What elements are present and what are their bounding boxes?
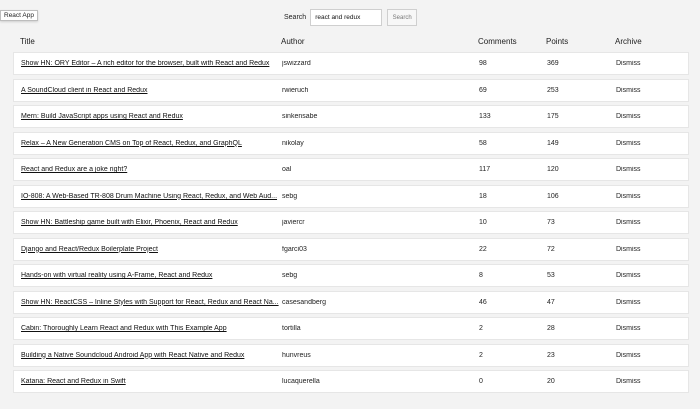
story-points: 28 <box>547 325 555 332</box>
story-title-link[interactable]: Building a Native Soundcloud Android App… <box>21 352 279 359</box>
dismiss-button[interactable]: Dismiss <box>616 325 676 332</box>
column-header-author: Author <box>281 37 305 46</box>
story-points: 253 <box>547 86 559 94</box>
story-comments: 133 <box>479 113 491 120</box>
story-title-link[interactable]: Show HN: ReactCSS – Inline Styles with S… <box>21 299 279 306</box>
story-comments: 58 <box>479 139 487 147</box>
column-header-comments: Comments <box>478 37 517 46</box>
story-comments: 117 <box>479 166 491 173</box>
table-row: Show HN: Battleship game built with Elix… <box>13 211 689 234</box>
story-author: nikolay <box>282 139 304 147</box>
story-author: casesandberg <box>282 298 326 306</box>
app-tooltip: React App <box>0 10 38 21</box>
story-comments: 22 <box>479 245 487 253</box>
table-row: Building a Native Soundcloud Android App… <box>13 343 689 367</box>
story-title-link[interactable]: Katana: React and Redux in Swift <box>21 378 279 385</box>
story-points: 120 <box>547 166 559 173</box>
dismiss-button[interactable]: Dismiss <box>616 299 676 306</box>
story-title-link[interactable]: Hands-on with virtual reality using A-Fr… <box>21 272 279 279</box>
dismiss-button[interactable]: Dismiss <box>616 193 676 200</box>
story-comments: 0 <box>479 378 483 385</box>
table-row: IO-808: A Web-Based TR-808 Drum Machine … <box>13 184 689 208</box>
story-points: 175 <box>547 113 559 120</box>
table-row: Hands-on with virtual reality using A-Fr… <box>13 264 689 287</box>
dismiss-button[interactable]: Dismiss <box>616 140 676 147</box>
search-input[interactable] <box>310 9 383 26</box>
story-title-link[interactable]: Relax – A New Generation CMS on Top of R… <box>21 140 279 147</box>
story-author: javiercr <box>282 219 305 226</box>
story-author: rwieruch <box>282 86 309 94</box>
story-title-link[interactable]: IO-808: A Web-Based TR-808 Drum Machine … <box>21 193 279 200</box>
story-author: hunvreus <box>282 351 311 359</box>
story-author: sinkensabe <box>282 113 318 120</box>
story-points: 20 <box>547 378 555 385</box>
results-table: Show HN: ORY Editor – A rich editor for … <box>13 52 689 397</box>
story-comments: 46 <box>479 298 487 306</box>
story-points: 149 <box>547 139 559 147</box>
story-comments: 69 <box>479 86 487 94</box>
table-row: Django and React/Redux Boilerplate Proje… <box>13 237 689 261</box>
story-comments: 2 <box>479 351 483 359</box>
story-points: 23 <box>547 351 555 359</box>
story-points: 47 <box>547 298 555 306</box>
story-title-link[interactable]: Show HN: Battleship game built with Elix… <box>21 219 279 226</box>
column-header-points: Points <box>546 37 569 46</box>
dismiss-button[interactable]: Dismiss <box>616 113 676 120</box>
story-author: fgarci03 <box>282 245 307 253</box>
search-button[interactable]: Search <box>387 9 418 26</box>
story-points: 53 <box>547 272 555 279</box>
table-row: Show HN: ORY Editor – A rich editor for … <box>13 52 689 75</box>
column-header-archive: Archive <box>615 37 642 46</box>
story-author: jswizzard <box>282 60 311 67</box>
column-header-title: Title <box>20 37 35 46</box>
story-title-link[interactable]: Mern: Build JavaScript apps using React … <box>21 113 279 120</box>
story-author: lucaquerella <box>282 378 320 385</box>
table-row: Mern: Build JavaScript apps using React … <box>13 105 689 128</box>
story-points: 369 <box>547 60 559 67</box>
story-comments: 18 <box>479 192 487 200</box>
story-title-link[interactable]: React and Redux are a joke right? <box>21 166 279 173</box>
table-header: Title Author Comments Points Archive <box>13 35 689 49</box>
dismiss-button[interactable]: Dismiss <box>616 60 676 67</box>
story-points: 106 <box>547 192 559 200</box>
story-points: 73 <box>547 219 555 226</box>
table-row: React and Redux are a joke right? oal 117 1… <box>13 158 689 181</box>
story-comments: 10 <box>479 219 487 226</box>
table-row: Cabin: Thoroughly Learn React and Redux … <box>13 317 689 340</box>
dismiss-button[interactable]: Dismiss <box>616 378 676 385</box>
dismiss-button[interactable]: Dismiss <box>616 219 676 226</box>
search-form: Search Search <box>284 9 418 26</box>
story-author: sebg <box>282 192 298 200</box>
dismiss-button[interactable]: Dismiss <box>616 272 676 279</box>
search-label: Search <box>284 14 307 21</box>
story-points: 72 <box>547 245 555 253</box>
dismiss-button[interactable]: Dismiss <box>616 246 676 253</box>
story-comments: 8 <box>479 272 483 279</box>
story-title-link[interactable]: A SoundCloud client in React and Redux <box>21 87 279 94</box>
story-title-link[interactable]: Cabin: Thoroughly Learn React and Redux … <box>21 325 279 332</box>
dismiss-button[interactable]: Dismiss <box>616 166 676 173</box>
table-row: Katana: React and Redux in Swift lucaquer… <box>13 370 689 393</box>
story-comments: 2 <box>479 325 483 332</box>
dismiss-button[interactable]: Dismiss <box>616 352 676 359</box>
table-row: A SoundCloud client in React and Redux rw… <box>13 78 689 102</box>
story-title-link[interactable]: Django and React/Redux Boilerplate Proje… <box>21 246 279 253</box>
table-row: Relax – A New Generation CMS on Top of R… <box>13 131 689 155</box>
story-author: oal <box>282 166 292 173</box>
story-title-link[interactable]: Show HN: ORY Editor – A rich editor for … <box>21 60 279 67</box>
story-author: tortilla <box>282 325 301 332</box>
dismiss-button[interactable]: Dismiss <box>616 87 676 94</box>
story-comments: 98 <box>479 60 487 67</box>
story-author: sebg <box>282 272 298 279</box>
table-row: Show HN: ReactCSS – Inline Styles with S… <box>13 290 689 314</box>
